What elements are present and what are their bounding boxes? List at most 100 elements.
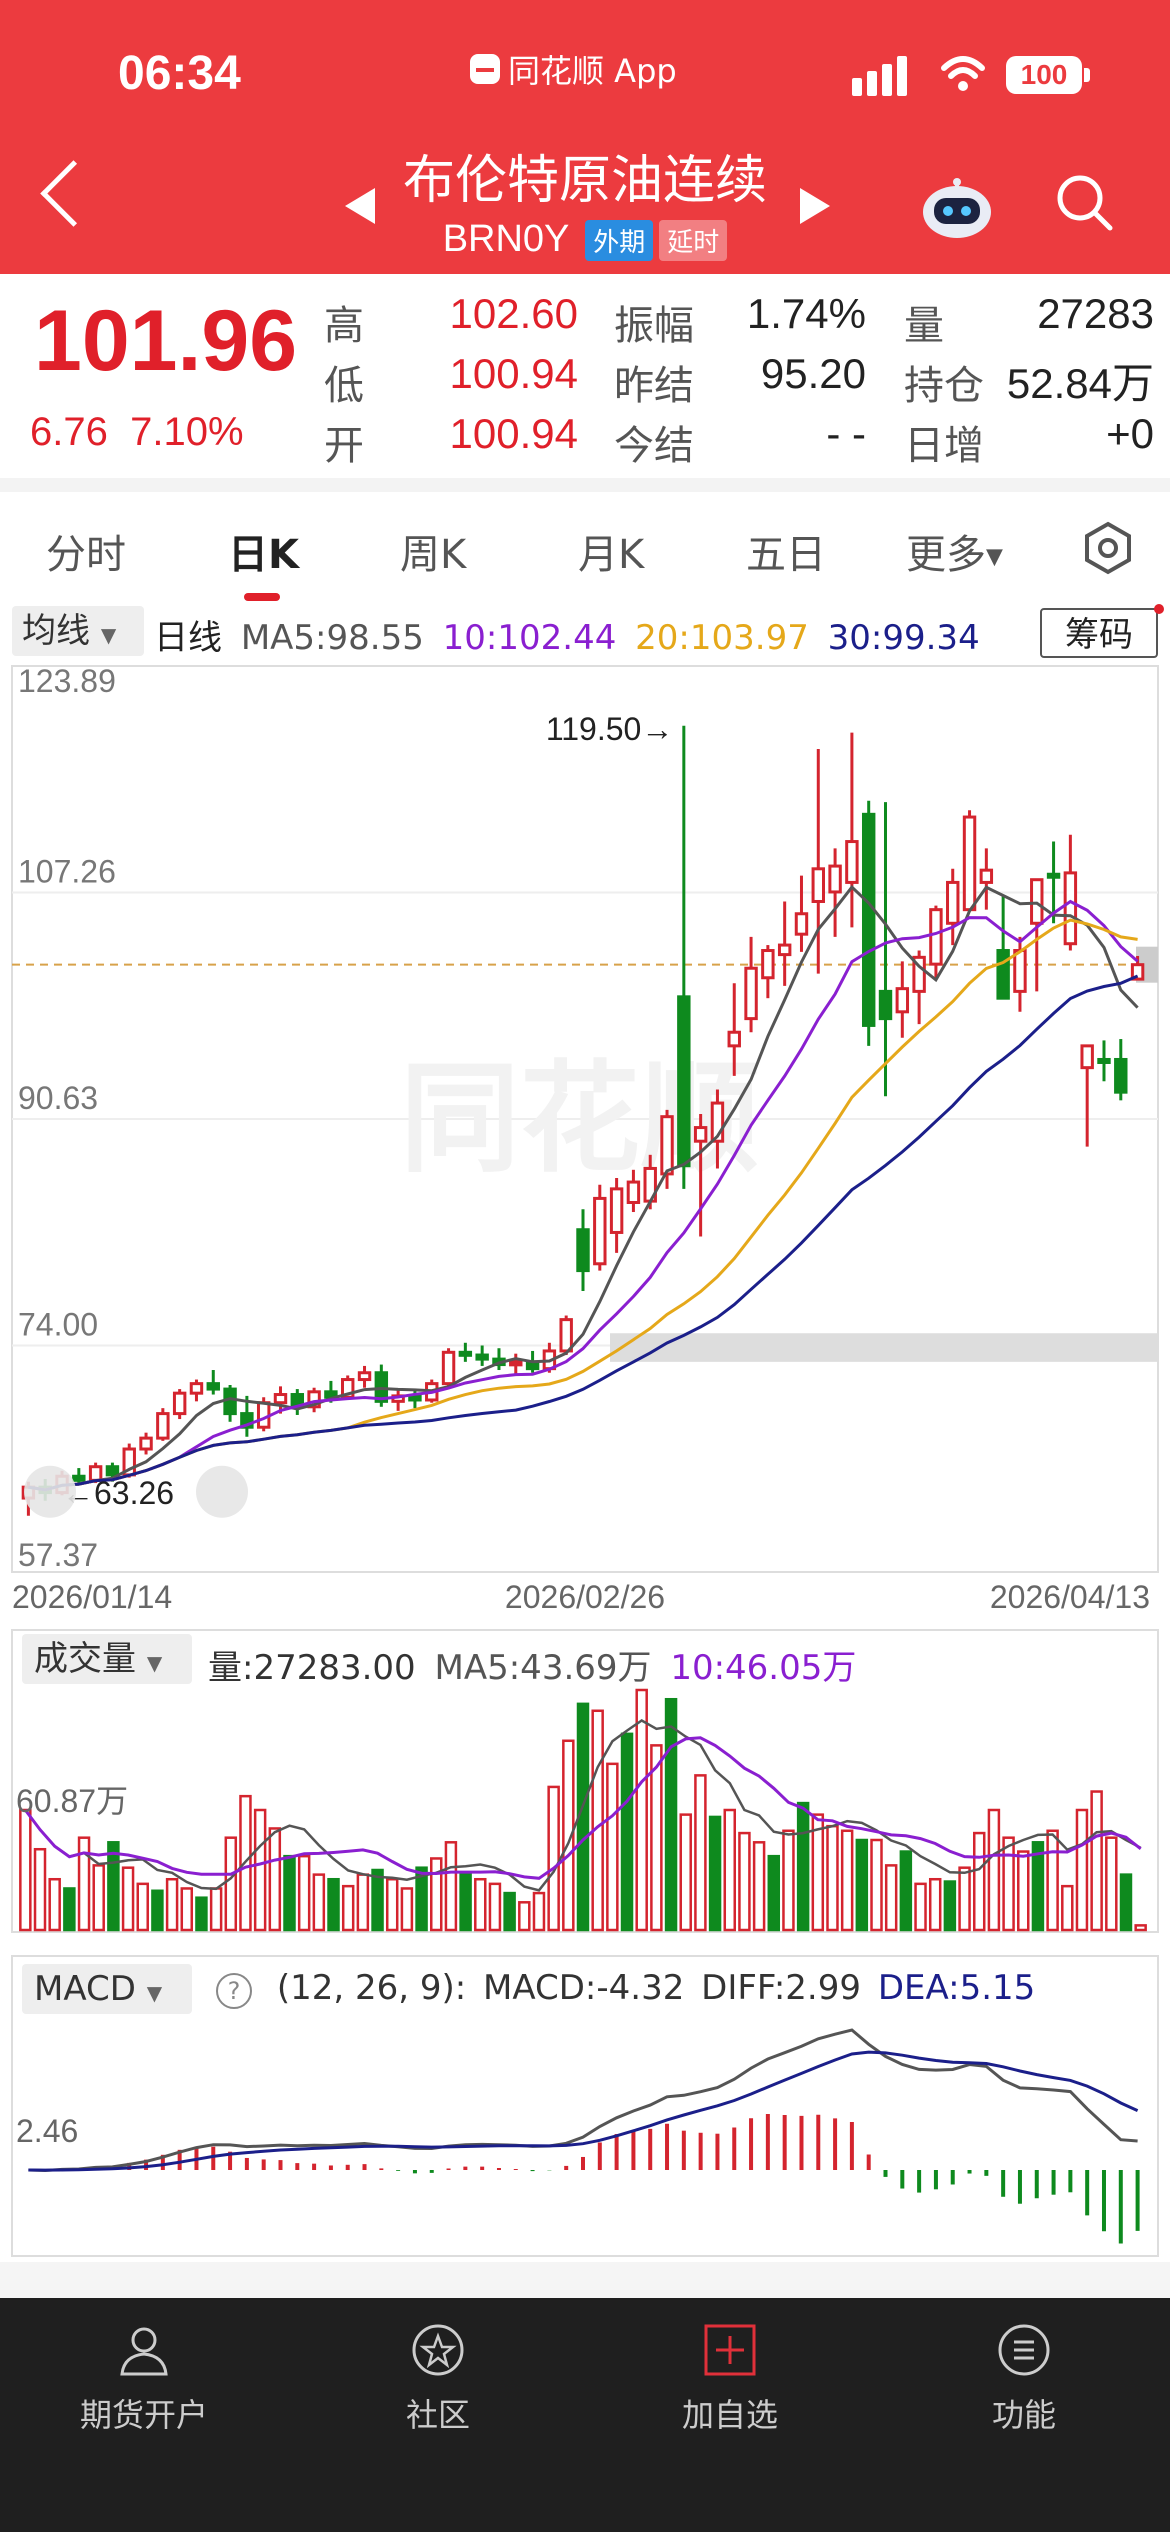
candle-up (189, 1382, 204, 1395)
volume-bar (1105, 1836, 1118, 1932)
nav-add-watchlist[interactable]: 加自选 (630, 2322, 830, 2436)
candle-up (828, 864, 842, 894)
volume-bar (1090, 1790, 1103, 1932)
candle-up (979, 868, 994, 884)
add-watchlist-icon (704, 2324, 756, 2376)
candle-up (1030, 878, 1044, 925)
volume-bar (283, 1854, 296, 1932)
macd-y-tick: 2.46 (16, 2113, 78, 2149)
menu-icon (998, 2324, 1050, 2376)
macd-legend: ? (12, 26, 9): MACD:-4.32 DIFF:2.99 DEA:… (216, 1968, 1035, 2009)
volume-bar (723, 1808, 736, 1932)
volume-bar (92, 1864, 105, 1932)
nav-futures-account[interactable]: 期货开户 (44, 2322, 244, 2436)
help-icon[interactable]: ? (216, 1973, 252, 2009)
volume-bar (224, 1836, 238, 1932)
nav-label: 加自选 (681, 2396, 778, 2434)
x-axis-label: 2026/04/13 (990, 1579, 1150, 1615)
candle-up (1080, 1044, 1094, 1070)
candle-up (962, 815, 977, 912)
volume-bar (1061, 1884, 1074, 1932)
expand-icon (24, 1465, 76, 1518)
volume-bar (356, 1873, 370, 1932)
volume-bar (19, 1808, 32, 1932)
volume-bar (371, 1868, 384, 1932)
volume-bar (1075, 1808, 1089, 1932)
ma10-line (28, 899, 1139, 1492)
macd-dea: DEA:5.15 (877, 1968, 1036, 2008)
candle-up (895, 987, 910, 1014)
candle-down (861, 812, 876, 1027)
candle-up (626, 1180, 641, 1204)
candle-down (458, 1350, 473, 1357)
volume-bar (444, 1841, 458, 1932)
candle-up (156, 1412, 170, 1440)
volume-bar (1046, 1829, 1059, 1932)
candle-down (475, 1353, 489, 1361)
y-tick-label: 74.00 (18, 1307, 98, 1343)
volume-bar (650, 1744, 663, 1932)
candle-down (1046, 872, 1061, 879)
volume-bar (811, 1813, 825, 1932)
candle-up (777, 943, 792, 957)
candle-down (1097, 1057, 1111, 1064)
candle-down (223, 1387, 237, 1416)
volume-bar (664, 1697, 678, 1932)
volume-bar (209, 1887, 223, 1932)
volume-bar (474, 1877, 487, 1932)
volume-bar (518, 1901, 531, 1932)
volume-bar (107, 1841, 120, 1932)
candle-up (357, 1371, 372, 1382)
volume-bar (679, 1813, 692, 1932)
volume-bar (914, 1882, 927, 1932)
volume-bar (151, 1889, 164, 1932)
macd-params: (12, 26, 9): (276, 1968, 467, 2008)
volume-bar (1017, 1850, 1030, 1932)
volume-bar (767, 1854, 781, 1932)
dropdown-caret-icon: ▼ (146, 1981, 163, 2005)
k-line-chart[interactable]: 同花顺 123.89 107.26 90.63 74.00 57.37 119.50→ ←6… (0, 0, 1170, 2262)
candle-up (693, 1126, 708, 1143)
volume-bar (606, 1762, 619, 1932)
candle-up (761, 949, 775, 980)
volume-ma5: MA5:43.69万 (434, 1648, 652, 1688)
volume-bar (136, 1882, 149, 1932)
candle-down (105, 1465, 120, 1477)
nav-label: 期货开户 (79, 2396, 208, 2434)
indicator-select-volume[interactable]: 成交量 ▼ (22, 1634, 192, 1684)
nav-label: 功能 (991, 2396, 1056, 2434)
volume-bar (547, 1785, 560, 1932)
candle-up (794, 912, 809, 936)
volume-bar (782, 1829, 795, 1932)
volume-bar (899, 1850, 913, 1932)
volume-bar (195, 1896, 208, 1932)
candle-up (727, 1030, 741, 1048)
ma20-line (28, 918, 1138, 1492)
candle-up (845, 840, 859, 884)
candle-down (206, 1382, 220, 1391)
macd-diff-line (28, 2028, 1138, 2173)
volume-bar (459, 1873, 472, 1932)
candle-up (593, 1196, 607, 1266)
volume-bar (532, 1891, 546, 1932)
macd-diff: DIFF:2.99 (701, 1968, 861, 2008)
candle-up (660, 1115, 674, 1176)
volume-bar (33, 1847, 47, 1932)
candle-down (996, 949, 1010, 1000)
volume-bar (884, 1864, 898, 1932)
min-price-marker: ←63.26 (62, 1475, 174, 1511)
candle-up (811, 867, 825, 903)
nav-community[interactable]: 社区 (338, 2322, 538, 2436)
indicator-select-macd[interactable]: MACD ▼ (22, 1964, 192, 2014)
volume-bar (297, 1854, 311, 1932)
nav-functions[interactable]: 功能 (924, 2322, 1124, 2436)
volume-bar (1119, 1873, 1133, 1932)
volume-bar (253, 1808, 267, 1932)
volume-bar (63, 1887, 76, 1932)
macd-value: MACD:-4.32 (483, 1968, 685, 2008)
volume-bar (928, 1877, 942, 1932)
candle-up (946, 880, 960, 925)
volume-bar (503, 1891, 516, 1932)
candle-down (878, 989, 893, 1021)
volume-summary: 量:27283.00 (208, 1648, 416, 1688)
